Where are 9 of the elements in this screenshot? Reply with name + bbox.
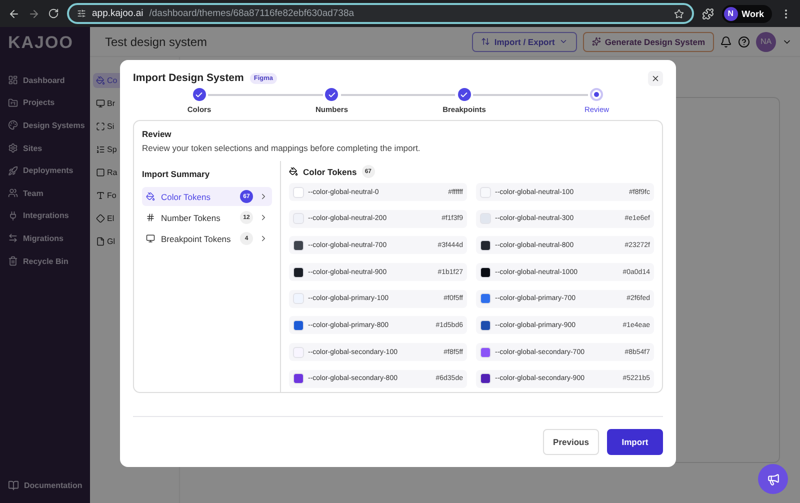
review-description: Review your token selections and mappings before completing the import. [142, 143, 422, 153]
dialog-title: Import Design System [133, 72, 244, 84]
summary-title: Import Summary [142, 169, 211, 179]
url-host: app.kajoo.ai [92, 8, 144, 19]
tokens-title: Color Tokens [303, 166, 357, 176]
url-path: /dashboard/themes/68a87116fe82ebf630ad738a [149, 8, 356, 19]
page-title: Test design system [105, 34, 208, 48]
logo: KAJOO [8, 33, 74, 54]
review-title: Review [142, 129, 172, 139]
